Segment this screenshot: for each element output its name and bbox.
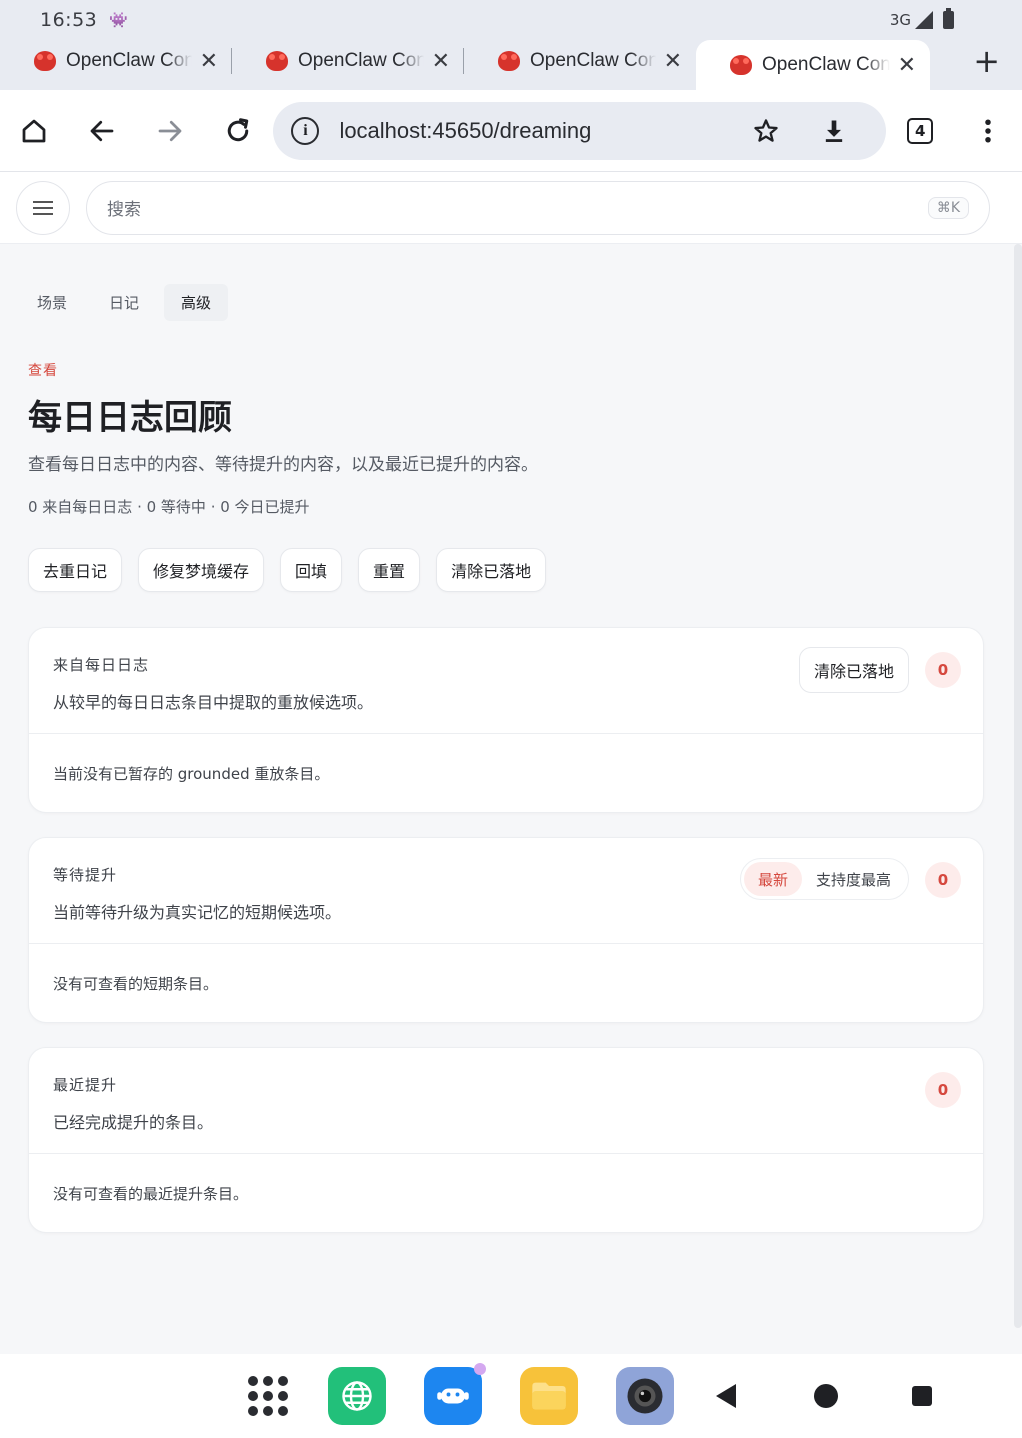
close-tab-icon[interactable]: ✕: [432, 48, 450, 74]
count-badge: 0: [925, 862, 961, 898]
status-bar: 16:53 👾 3G: [0, 0, 1022, 40]
card-subtitle: 已经完成提升的条目。: [53, 1113, 214, 1132]
close-tab-icon[interactable]: ✕: [200, 48, 218, 74]
main-content: 场景 日记 高级 查看 每日日志回顾 查看每日日志中的内容、等待提升的内容，以及…: [0, 244, 1012, 1354]
card-title: 最近提升: [53, 1076, 118, 1094]
card-title: 等待提升: [53, 866, 118, 884]
close-tab-icon[interactable]: ✕: [664, 48, 682, 74]
bookmark-star-icon[interactable]: [732, 117, 800, 145]
search-input[interactable]: 搜索 ⌘K: [86, 180, 990, 235]
clear-grounded-card-button[interactable]: 清除已落地: [798, 647, 909, 693]
browser-tab[interactable]: OpenClaw Control ✕: [464, 40, 696, 82]
tab-strip: OpenClaw Control ✕ OpenClaw Control ✕ Op…: [0, 40, 1022, 90]
page-title: 每日日志回顾: [28, 398, 232, 438]
tab-count: 4: [907, 117, 934, 144]
clear-grounded-button[interactable]: 清除已落地: [436, 548, 547, 592]
openclaw-favicon-icon: [498, 51, 520, 71]
pending-promotion-card: 等待提升 当前等待升级为真实记忆的短期候选项。 最新 支持度最高 0 没有可查看…: [28, 837, 984, 1023]
app-header: 搜索 ⌘K: [0, 172, 1022, 244]
forward-arrow-icon[interactable]: [136, 116, 204, 146]
tab-diary[interactable]: 日记: [92, 284, 156, 321]
tab-title: OpenClaw Control: [530, 50, 656, 71]
count-badge: 0: [925, 652, 961, 688]
backfill-button[interactable]: 回填: [280, 548, 343, 592]
search-shortcut-badge: ⌘K: [927, 196, 969, 219]
sort-newest-option[interactable]: 最新: [743, 862, 802, 896]
files-app-icon[interactable]: [520, 1367, 578, 1425]
nav-home-icon[interactable]: [814, 1384, 838, 1408]
browser-tab-active[interactable]: OpenClaw Control ✕: [696, 40, 930, 90]
view-tabs: 场景 日记 高级: [20, 284, 229, 321]
tab-title: OpenClaw Control: [762, 54, 890, 75]
card-subtitle: 从较早的每日日志条目中提取的重放候选项。: [53, 693, 374, 712]
address-bar[interactable]: i localhost:45650/dreaming: [273, 101, 887, 160]
openclaw-favicon-icon: [34, 51, 56, 71]
page-stats: 0 来自每日日志 · 0 等待中 · 0 今日已提升: [28, 498, 310, 516]
menu-icon: [33, 206, 53, 209]
new-tab-icon[interactable]: +: [973, 40, 1000, 82]
notification-dot: [474, 1363, 486, 1375]
reset-button[interactable]: 重置: [358, 548, 421, 592]
battery-icon: [943, 8, 954, 29]
tab-scenes[interactable]: 场景: [20, 284, 84, 321]
browser-tab[interactable]: OpenClaw Control ✕: [232, 40, 464, 82]
download-icon[interactable]: [800, 117, 868, 145]
card-title: 来自每日日志: [53, 656, 150, 674]
empty-state: 没有可查看的短期条目。: [53, 974, 219, 993]
nav-recents-icon[interactable]: [912, 1386, 932, 1406]
count-badge: 0: [925, 1072, 961, 1108]
dedupe-diary-button[interactable]: 去重日记: [28, 548, 123, 592]
chat-app-icon[interactable]: [424, 1363, 486, 1425]
action-bar: 去重日记 修复梦境缓存 回填 重置 清除已落地: [28, 548, 547, 592]
tab-advanced[interactable]: 高级: [164, 284, 229, 321]
openclaw-favicon-icon: [266, 51, 288, 71]
browser-tab[interactable]: OpenClaw Control ✕: [0, 40, 232, 82]
back-arrow-icon[interactable]: [68, 116, 136, 146]
status-indicators: 3G: [889, 8, 954, 29]
home-icon[interactable]: [0, 116, 68, 146]
camera-app-icon[interactable]: [616, 1367, 674, 1425]
section-eyebrow: 查看: [28, 363, 58, 379]
daily-log-card: 来自每日日志 从较早的每日日志条目中提取的重放候选项。 清除已落地 0 当前没有…: [28, 627, 984, 813]
empty-state: 没有可查看的最近提升条目。: [53, 1184, 249, 1203]
page-scrollbar[interactable]: [1014, 244, 1022, 1328]
signal-icon: [915, 11, 933, 29]
card-subtitle: 当前等待升级为真实记忆的短期候选项。: [53, 903, 342, 922]
close-tab-icon[interactable]: ✕: [898, 52, 916, 78]
notification-icon: 👾: [109, 11, 128, 29]
app-drawer-icon[interactable]: [248, 1376, 288, 1416]
tab-switcher-button[interactable]: 4: [886, 117, 954, 144]
nav-back-icon[interactable]: [716, 1384, 736, 1408]
tab-title: OpenClaw Control: [66, 50, 192, 71]
system-navbar: [0, 1354, 1022, 1438]
tab-title: OpenClaw Control: [298, 50, 424, 71]
sort-support-option[interactable]: 支持度最高: [802, 862, 905, 896]
hamburger-menu-button[interactable]: [16, 180, 70, 235]
url-text[interactable]: localhost:45650/dreaming: [339, 118, 732, 144]
search-placeholder: 搜索: [107, 200, 141, 220]
empty-state: 当前没有已暂存的 grounded 重放条目。: [53, 764, 330, 783]
more-menu-icon[interactable]: [954, 116, 1022, 146]
repair-dream-cache-button[interactable]: 修复梦境缓存: [138, 548, 265, 592]
status-time: 16:53: [40, 9, 98, 31]
recent-promotions-card: 最近提升 已经完成提升的条目。 0 没有可查看的最近提升条目。: [28, 1047, 984, 1233]
browser-app-icon[interactable]: [328, 1367, 386, 1425]
browser-toolbar: i localhost:45650/dreaming 4: [0, 90, 1022, 172]
site-info-icon[interactable]: i: [291, 116, 320, 145]
sort-toggle: 最新 支持度最高: [739, 858, 909, 900]
network-type: 3G: [889, 11, 911, 29]
page-description: 查看每日日志中的内容、等待提升的内容，以及最近已提升的内容。: [28, 455, 538, 475]
openclaw-favicon-icon: [730, 55, 752, 75]
reload-icon[interactable]: [204, 116, 272, 146]
